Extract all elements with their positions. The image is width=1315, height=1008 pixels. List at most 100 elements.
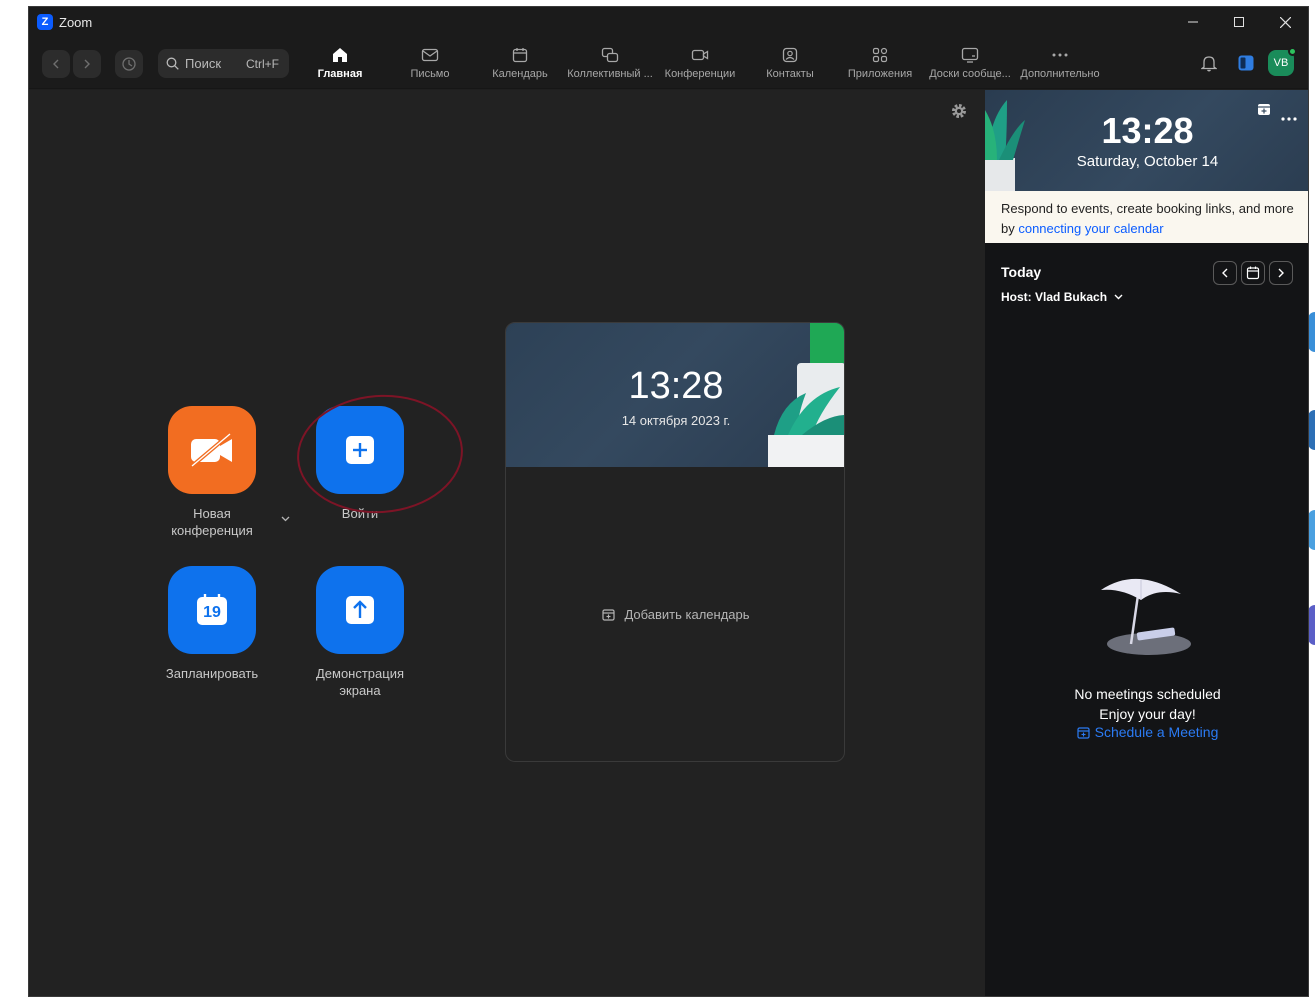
close-button[interactable] <box>1262 7 1308 37</box>
tab-mail[interactable]: Письмо <box>385 45 475 85</box>
new-meeting-label: Новая конференция <box>171 506 253 538</box>
video-icon <box>691 49 709 61</box>
chevron-down-icon <box>1114 294 1123 300</box>
calendar-side-panel: 13:28 Saturday, October 14 Respond to ev… <box>985 90 1308 996</box>
host-label: Host: <box>1001 290 1032 304</box>
calendar-add-icon <box>1077 726 1090 739</box>
calendar-icon <box>1246 266 1260 280</box>
bell-icon <box>1201 56 1217 72</box>
calendar-card: 13:28 14 октября 2023 г. Добавить календ… <box>505 322 845 762</box>
tab-meetings-label: Конференции <box>664 68 736 80</box>
tab-team-chat[interactable]: Коллективный ... <box>565 45 655 85</box>
desktop-icon[interactable] <box>1308 605 1315 645</box>
calendar-day-number: 19 <box>203 604 221 621</box>
add-calendar-label: Добавить календарь <box>624 607 750 622</box>
search-input[interactable]: Поиск Ctrl+F <box>158 49 289 78</box>
minimize-icon <box>1188 21 1198 23</box>
side-panel-clock: 13:28 <box>1101 110 1194 151</box>
share-screen-button[interactable] <box>316 566 404 654</box>
main-toolbar: Поиск Ctrl+F Главная Письмо Календарь Ко… <box>29 37 1308 89</box>
zoom-logo-icon: Z <box>37 14 53 30</box>
tab-contacts[interactable]: Контакты <box>745 45 835 85</box>
calendar-banner-image: 13:28 14 октября 2023 г. <box>506 323 844 467</box>
add-calendar-button[interactable]: Добавить календарь <box>506 607 844 622</box>
close-icon <box>1279 16 1291 28</box>
new-meeting-options-dropdown[interactable] <box>281 509 290 527</box>
tab-home-label: Главная <box>317 68 363 80</box>
video-off-icon <box>190 433 232 467</box>
search-placeholder: Поиск <box>185 56 222 71</box>
tab-more[interactable]: Дополнительно <box>1015 45 1105 85</box>
gear-icon <box>952 104 966 118</box>
avatar-initials: VB <box>1273 57 1289 69</box>
more-icon <box>1052 53 1068 57</box>
search-icon <box>166 57 179 70</box>
tab-calendar[interactable]: Календарь <box>475 45 565 85</box>
zoom-window: Z Zoom Поиск Ctrl+F Главная Письмо Кален… <box>28 6 1309 997</box>
side-panel-banner: 13:28 Saturday, October 14 <box>985 90 1308 191</box>
maximize-icon <box>1234 17 1244 27</box>
tab-whiteboards[interactable]: Доски сообще... <box>925 45 1015 85</box>
chevron-down-icon <box>281 516 290 522</box>
settings-button[interactable] <box>950 102 968 125</box>
calendar-date: 14 октября 2023 г. <box>621 413 731 428</box>
tab-home[interactable]: Главная <box>295 45 385 85</box>
host-name: Vlad Bukach <box>1035 290 1108 304</box>
notifications-button[interactable] <box>1199 51 1219 75</box>
mail-icon <box>421 48 439 62</box>
minimize-button[interactable] <box>1170 7 1216 37</box>
tab-apps[interactable]: Приложения <box>835 45 925 85</box>
desktop-icon[interactable] <box>1308 410 1315 450</box>
back-button[interactable] <box>42 50 70 78</box>
beach-umbrella-illustration <box>1101 578 1191 655</box>
connect-calendar-banner: Respond to events, create booking links,… <box>985 191 1308 243</box>
no-meetings-text: No meetings scheduled <box>1074 686 1221 702</box>
schedule-label: Запланировать <box>165 666 259 681</box>
previous-day-button[interactable] <box>1213 261 1237 285</box>
next-day-button[interactable] <box>1269 261 1293 285</box>
new-meeting-button[interactable] <box>168 406 256 494</box>
desktop-icon[interactable] <box>1308 312 1315 352</box>
schedule-meeting-label: Schedule a Meeting <box>1094 724 1219 740</box>
chevron-left-icon <box>53 59 59 69</box>
schedule-button[interactable]: 19 <box>168 566 256 654</box>
tab-meetings[interactable]: Конференции <box>655 45 745 85</box>
search-shortcut: Ctrl+F <box>246 56 279 71</box>
window-controls <box>1170 7 1308 37</box>
calendar-add-icon <box>602 609 616 621</box>
chevron-right-icon <box>1278 268 1284 278</box>
desktop-icon[interactable] <box>1308 510 1315 550</box>
whiteboard-icon <box>961 47 979 63</box>
tab-mail-label: Письмо <box>410 68 450 80</box>
schedule-meeting-link[interactable]: Schedule a Meeting <box>985 724 1308 740</box>
tab-calendar-label: Календарь <box>492 68 548 80</box>
chat-icon <box>601 47 619 63</box>
share-screen-label: Демонстрация экрана <box>315 666 405 698</box>
chevron-left-icon <box>1222 268 1228 278</box>
panel-icon <box>1238 55 1254 71</box>
desktop-background-right <box>1308 0 1315 1008</box>
apps-icon <box>872 47 888 63</box>
maximize-button[interactable] <box>1216 7 1262 37</box>
history-button[interactable] <box>115 50 143 78</box>
today-heading: Today <box>1001 264 1042 280</box>
host-selector[interactable]: Host: Vlad Bukach <box>1001 290 1123 304</box>
calendar-icon <box>512 48 528 63</box>
side-panel-toggle-button[interactable] <box>1236 51 1256 75</box>
home-icon <box>333 48 347 62</box>
annotation-circle <box>293 389 467 519</box>
side-panel-date: Saturday, October 14 <box>1076 153 1219 170</box>
title-bar: Z Zoom <box>29 7 1308 37</box>
tab-contacts-label: Контакты <box>766 68 814 80</box>
home-main-area: Новая конференция Войти 19 Запланировать… <box>29 90 985 996</box>
calendar-day-icon: 19 <box>195 593 229 627</box>
connect-calendar-link[interactable]: connecting your calendar <box>1018 221 1163 236</box>
avatar: VB <box>1268 47 1297 76</box>
chevron-right-icon <box>84 59 90 69</box>
tab-apps-label: Приложения <box>847 68 913 80</box>
forward-button[interactable] <box>73 50 101 78</box>
date-picker-button[interactable] <box>1241 261 1265 285</box>
profile-button[interactable]: VB <box>1268 47 1297 76</box>
contacts-icon <box>782 47 798 63</box>
desktop-background-left <box>0 0 28 1008</box>
